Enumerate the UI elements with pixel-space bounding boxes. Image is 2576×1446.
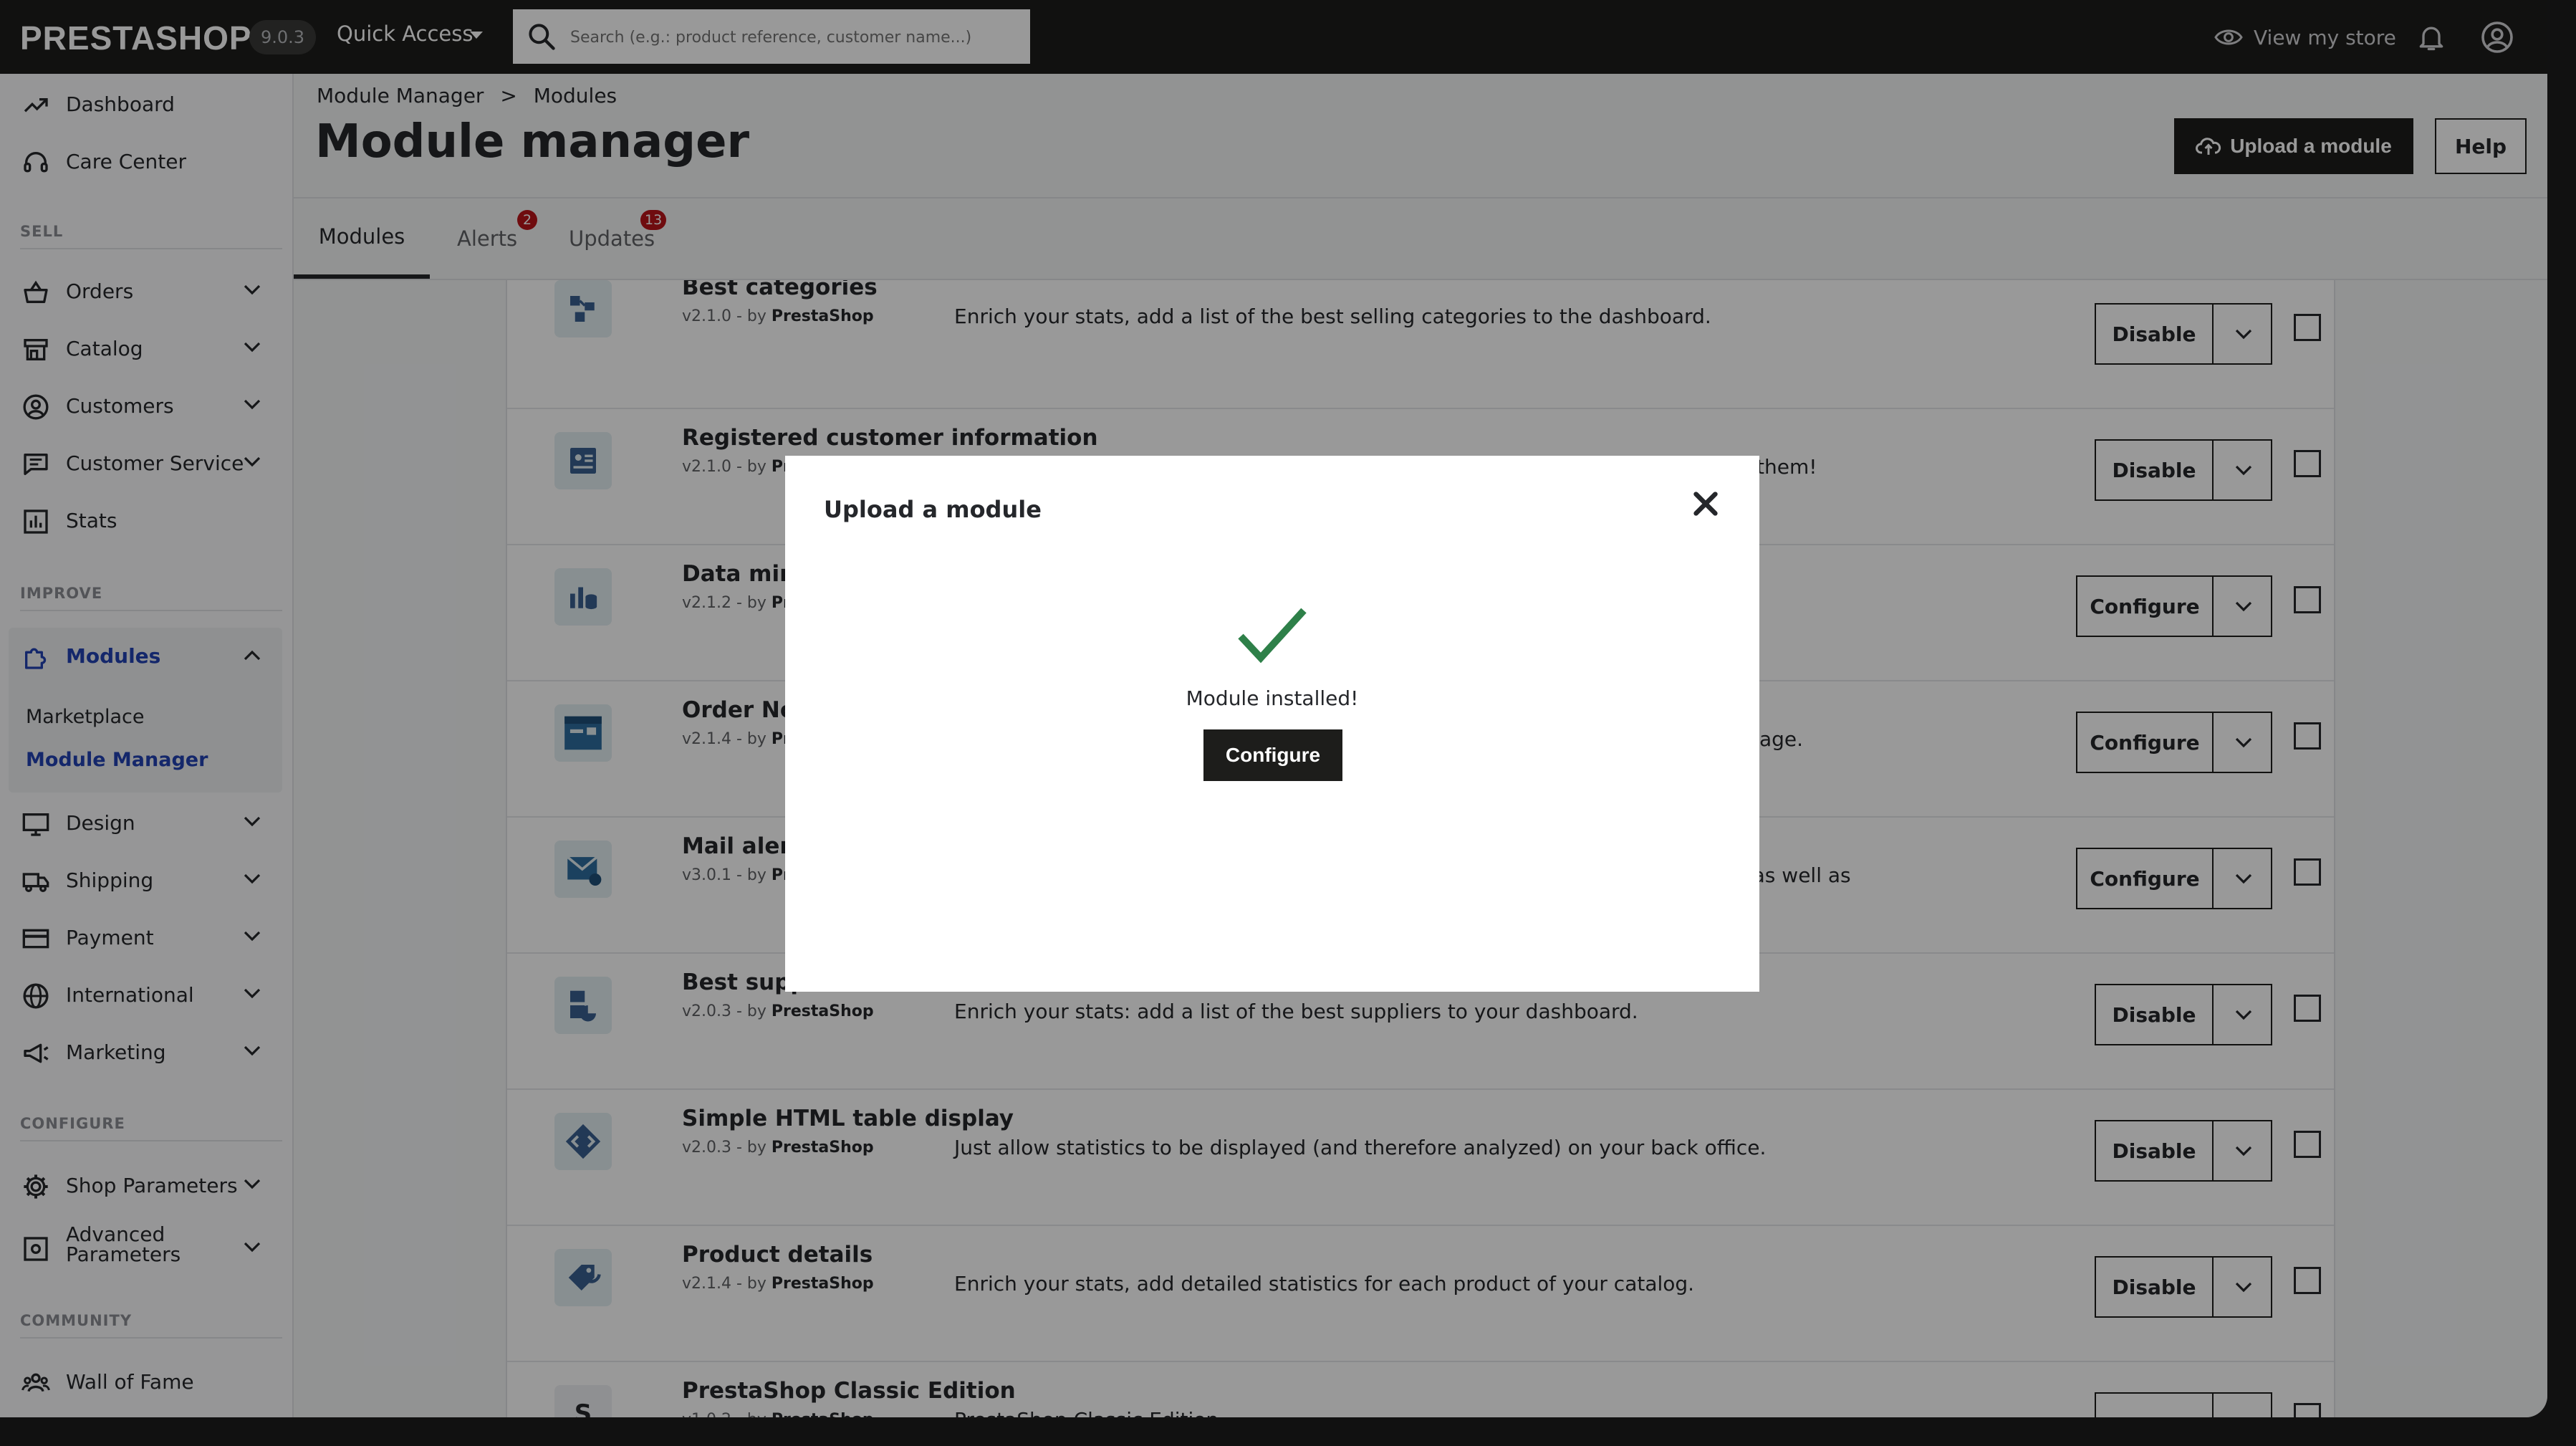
module-installed-message: Module installed!	[1186, 686, 1359, 710]
close-icon[interactable]	[1689, 487, 1722, 520]
upload-module-modal: Upload a module Module installed! Config…	[785, 456, 1759, 992]
modal-title: Upload a module	[824, 496, 1042, 523]
app-frame: PRESTASHOP 9.0.3 Quick Access View my st…	[0, 0, 2547, 1417]
success-check-icon	[1238, 608, 1307, 664]
configure-module-button[interactable]: Configure	[1203, 729, 1342, 781]
